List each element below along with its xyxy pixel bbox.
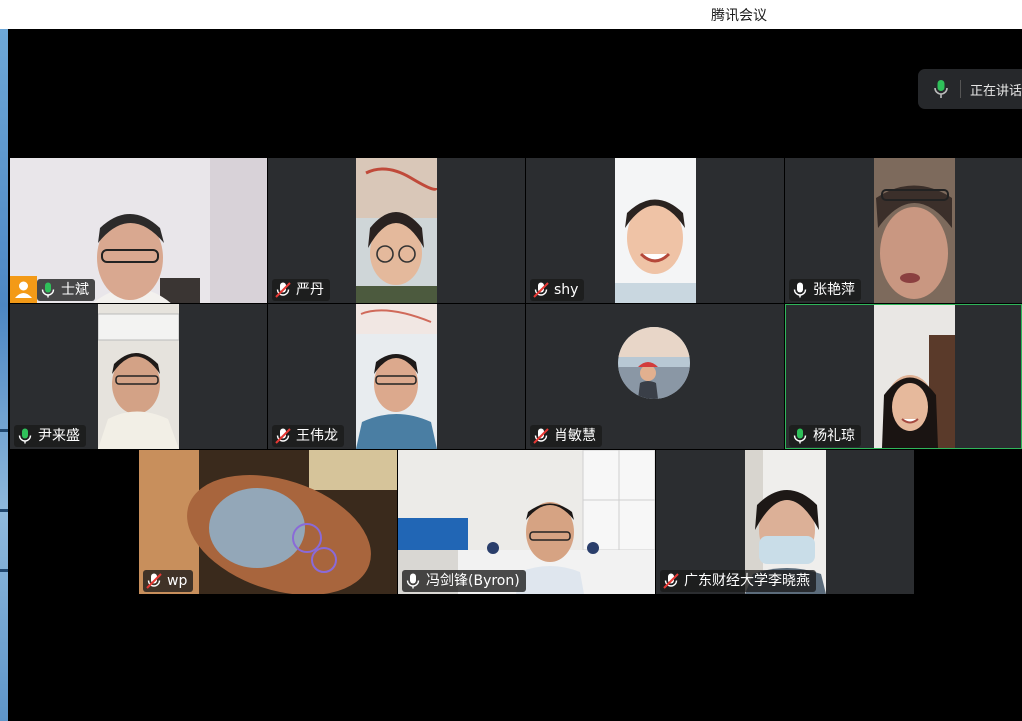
mic-on-icon: [793, 428, 807, 444]
divider: [960, 80, 961, 98]
participant-name: 张艳萍: [813, 282, 855, 298]
participant-name: 冯剑锋(Byron): [426, 573, 520, 589]
mic-muted-icon: [275, 428, 291, 444]
participant-tile-active-speaker[interactable]: 杨礼琼: [785, 304, 1022, 449]
participant-label: shy: [530, 279, 585, 301]
desktop-background-strip: [0, 29, 8, 721]
participant-label: 杨礼琼: [789, 425, 861, 447]
participant-tile[interactable]: 士斌: [10, 158, 267, 303]
participant-tile[interactable]: 尹来盛: [10, 304, 267, 449]
participant-video: [615, 158, 696, 303]
participant-label: 肖敏慧: [530, 425, 602, 447]
participant-label: 冯剑锋(Byron): [402, 570, 526, 592]
participant-label: 严丹: [272, 279, 330, 301]
participant-tile[interactable]: shy: [526, 158, 784, 303]
host-badge: [10, 276, 37, 303]
participant-tile[interactable]: 肖敏慧: [526, 304, 784, 449]
avatar: [618, 327, 690, 399]
participant-label: 广东财经大学李晓燕: [660, 570, 816, 592]
mic-muted-icon: [533, 428, 549, 444]
mic-icon: [406, 573, 420, 589]
participant-name: 严丹: [296, 282, 324, 298]
participant-tile[interactable]: wp: [139, 450, 397, 594]
participant-label: wp: [143, 570, 194, 592]
mic-muted-icon: [663, 573, 679, 589]
mic-on-icon: [934, 80, 948, 102]
mic-on-icon: [18, 428, 32, 444]
participant-label: 张艳萍: [789, 279, 861, 301]
participant-name: 广东财经大学李晓燕: [684, 573, 810, 589]
participant-tile[interactable]: 王伟龙: [268, 304, 525, 449]
participant-name: 王伟龙: [296, 428, 338, 444]
participant-video: [874, 158, 955, 303]
participant-tile[interactable]: 张艳萍: [785, 158, 1022, 303]
mic-muted-icon: [533, 282, 549, 298]
participant-name: 肖敏慧: [554, 428, 596, 444]
mic-icon: [793, 282, 807, 298]
participant-name: 尹来盛: [38, 428, 80, 444]
participant-video: [874, 305, 955, 448]
participant-tile[interactable]: 广东财经大学李晓燕: [656, 450, 914, 594]
participant-name: 士斌: [61, 282, 89, 298]
participant-name: shy: [554, 282, 579, 298]
participant-name: 杨礼琼: [813, 428, 855, 444]
participant-label: 王伟龙: [272, 425, 344, 447]
participant-tile[interactable]: 严丹: [268, 158, 525, 303]
participant-tile[interactable]: 冯剑锋(Byron): [398, 450, 655, 594]
mic-on-icon: [41, 282, 55, 298]
participant-label: 尹来盛: [14, 425, 86, 447]
participant-video: [98, 304, 179, 449]
participant-name: wp: [167, 573, 188, 589]
speaking-label: 正在讲话: [970, 84, 1022, 99]
title-bar: 腾讯会议: [0, 0, 1022, 29]
participant-label: 士斌: [37, 279, 95, 301]
participant-video: [356, 158, 437, 303]
mic-muted-icon: [146, 573, 162, 589]
speaking-indicator[interactable]: 正在讲话: [918, 69, 1022, 109]
host-user-icon: [15, 281, 32, 298]
mic-muted-icon: [275, 282, 291, 298]
window-title: 腾讯会议: [711, 8, 767, 24]
participant-video: [356, 304, 437, 449]
